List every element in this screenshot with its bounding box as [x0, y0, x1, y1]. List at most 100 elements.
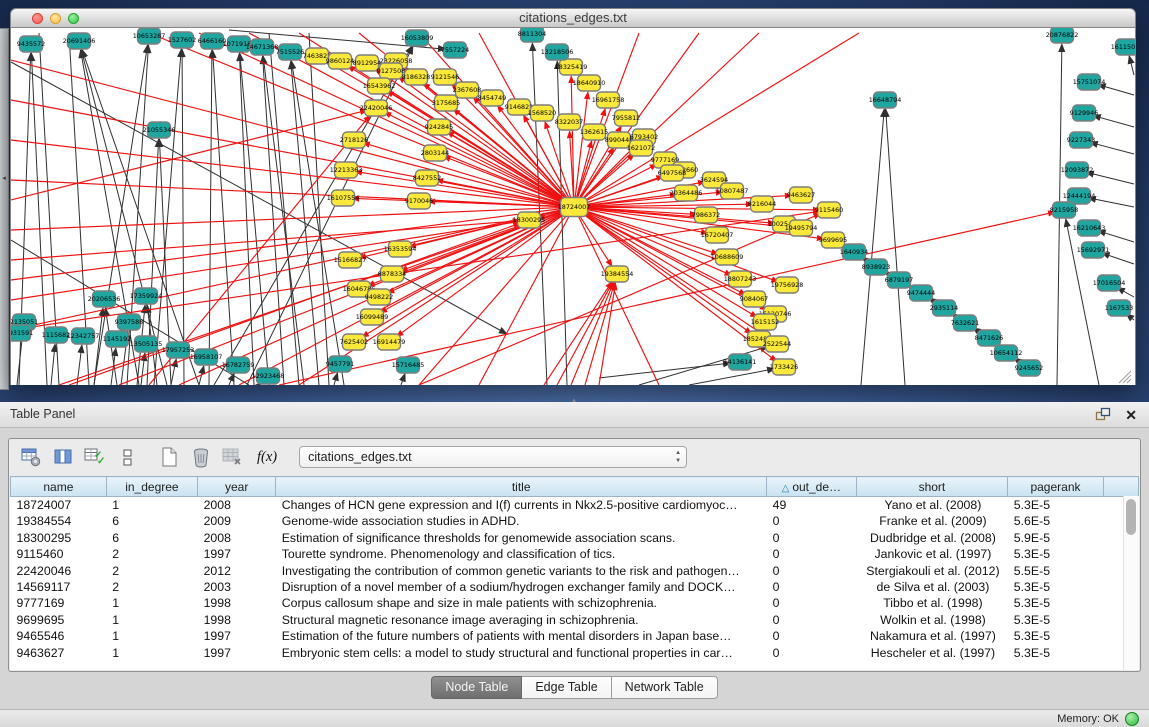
table-row[interactable]: 977716911998Corpus callosum shape and si…: [11, 595, 1139, 611]
network-window-titlebar[interactable]: citations_edges.txt: [10, 8, 1136, 28]
graph-node-7632621[interactable]: 7632621: [951, 315, 979, 331]
column-header-year[interactable]: year: [198, 477, 276, 497]
graph-node-2522544[interactable]: 2522544: [763, 336, 791, 352]
graph-node-1640934[interactable]: 1640934: [840, 244, 868, 260]
graph-node-7557224[interactable]: 7557224: [441, 42, 469, 58]
graph-node-16115074[interactable]: 16115074: [1111, 39, 1136, 55]
column-header-title[interactable]: title: [276, 477, 767, 497]
graph-node-7515526[interactable]: 7515526: [276, 44, 304, 60]
column-header-pagerank[interactable]: pagerank: [1008, 477, 1103, 497]
graph-node-9245652[interactable]: 9245652: [1015, 360, 1043, 376]
graph-node-10807487[interactable]: 10807487: [716, 183, 749, 199]
control-panel-collapsed-strip[interactable]: ◂: [0, 28, 9, 390]
tab-node-table[interactable]: Node Table: [431, 676, 522, 699]
table-row[interactable]: 946362711997Embryonic stem cells: a mode…: [11, 645, 1139, 661]
graph-node-10654112[interactable]: 10654112: [990, 345, 1023, 361]
graph-node-1733426[interactable]: 1733426: [770, 359, 798, 375]
graph-node-3931591[interactable]: 3931591: [10, 325, 33, 341]
graph-node-16099489[interactable]: 16099489: [356, 309, 389, 325]
show-columns-button[interactable]: [51, 445, 75, 469]
graph-node-2935114[interactable]: 2935114: [930, 300, 958, 316]
graph-node-15716485[interactable]: 15716485: [392, 357, 425, 373]
graph-node-12093872[interactable]: 12093872: [1061, 162, 1094, 178]
graph-node-8471626[interactable]: 8471626: [975, 330, 1003, 346]
graph-node-16961758[interactable]: 16961758: [592, 92, 625, 108]
tab-network-table[interactable]: Network Table: [612, 676, 718, 699]
table-row[interactable]: 1830029562008Estimation of significance …: [11, 530, 1139, 546]
graph-node-16107554[interactable]: 16107554: [327, 190, 360, 206]
graph-node-20691406[interactable]: 20691406: [63, 33, 96, 49]
graph-node-8938923[interactable]: 8938923: [862, 259, 890, 275]
graph-node-21055346[interactable]: 21055346: [143, 122, 176, 138]
create-table-button[interactable]: [157, 445, 181, 469]
column-header-in_degree[interactable]: in_degree: [106, 477, 197, 497]
graph-node-22420046[interactable]: 22420046: [360, 100, 393, 116]
graph-node-13505135[interactable]: 13505135: [130, 336, 163, 352]
graph-node-16353594[interactable]: 16353594: [384, 241, 417, 257]
graph-node-16543962[interactable]: 16543962: [363, 78, 396, 94]
delete-table-button[interactable]: [221, 445, 245, 469]
memory-status-indicator[interactable]: [1125, 712, 1139, 726]
graph-node-1527602[interactable]: 1527602: [168, 32, 196, 48]
close-panel-icon[interactable]: ✕: [1125, 408, 1137, 422]
graph-node-12342757[interactable]: 12342757: [67, 328, 100, 344]
graph-node-6879197[interactable]: 6879197: [885, 272, 913, 288]
graph-node-19756928[interactable]: 19756928: [771, 277, 804, 293]
graph-node-16210643[interactable]: 16210643: [1073, 220, 1106, 236]
graph-node-9498222[interactable]: 9498222: [365, 289, 393, 305]
graph-node-8427552[interactable]: 8427552: [413, 170, 441, 186]
graph-node-8454749[interactable]: 8454749: [478, 90, 506, 106]
graph-node-1167533[interactable]: 1167533: [1105, 300, 1133, 316]
graph-node-9435572[interactable]: 9435572: [17, 36, 45, 52]
graph-node-9121546[interactable]: 9121546: [431, 69, 459, 85]
graph-node-7986372[interactable]: 7986372: [692, 207, 720, 223]
graph-node-6497568[interactable]: 6497568: [658, 165, 686, 181]
graph-node-2803144[interactable]: 2803144: [421, 145, 449, 161]
graph-node-14671368[interactable]: 14671368: [246, 39, 279, 55]
graph-node-9242845[interactable]: 9242845: [425, 119, 453, 135]
table-row[interactable]: 946554611997Estimation of the future num…: [11, 628, 1139, 644]
row-height-button[interactable]: [115, 445, 139, 469]
edit-columns-button[interactable]: ✓✓: [83, 445, 107, 469]
graph-node-2718126[interactable]: 2718126: [340, 132, 368, 148]
close-traffic-light[interactable]: [32, 13, 43, 24]
graph-node-1621072[interactable]: 1621072: [627, 140, 655, 156]
graph-node-7955812[interactable]: 7955812: [612, 110, 640, 126]
graph-node-20206536[interactable]: 20206536: [88, 291, 121, 307]
graph-node-9457791[interactable]: 9457791: [326, 356, 354, 372]
graph-node-16648794[interactable]: 16648794: [869, 92, 902, 108]
graph-node-18325419[interactable]: 18325419: [555, 59, 588, 75]
graph-node-16053809[interactable]: 16053809: [401, 30, 434, 46]
graph-node-9084067[interactable]: 9084067: [740, 291, 768, 307]
table-row[interactable]: 911546021997Tourette syndrome. Phenomeno…: [11, 546, 1139, 562]
table-row[interactable]: 1938455462009Genome-wide association stu…: [11, 513, 1139, 529]
graph-node-9397588[interactable]: 9397588: [115, 314, 143, 330]
graph-node-8186328[interactable]: 8186328: [402, 69, 430, 85]
graph-node-18807243[interactable]: 18807243: [724, 271, 757, 287]
zoom-traffic-light[interactable]: [68, 13, 79, 24]
table-panel-titlebar[interactable]: Table Panel ✕: [0, 402, 1149, 428]
graph-node-18300295[interactable]: 18300295: [513, 212, 546, 228]
graph-node-16958107[interactable]: 16958107: [190, 349, 223, 365]
graph-node-8878334[interactable]: 8878334: [378, 266, 406, 282]
table-row[interactable]: 1456911722003Disruption of a novel membe…: [11, 579, 1139, 595]
delete-columns-button[interactable]: [189, 445, 213, 469]
graph-node-16914479[interactable]: 16914479: [373, 334, 406, 350]
graph-node-1615152[interactable]: 1615152: [751, 314, 779, 330]
graph-node-1145192[interactable]: 1145192: [103, 331, 131, 347]
graph-node-15692971[interactable]: 15692971: [1077, 242, 1110, 258]
scrollbar-thumb[interactable]: [1126, 499, 1136, 535]
column-header-short[interactable]: short: [856, 477, 1008, 497]
graph-node-12213363[interactable]: 12213363: [330, 162, 363, 178]
graph-node-12923468[interactable]: 12923468: [252, 368, 285, 384]
graph-node-10653287[interactable]: 10653287: [133, 28, 166, 44]
graph-node-16720407[interactable]: 16720407: [701, 227, 734, 243]
graph-node-20876822[interactable]: 20876822: [1046, 28, 1079, 43]
column-header-name[interactable]: name: [11, 477, 107, 497]
graph-node-19384554[interactable]: 19384554: [601, 266, 634, 282]
graph-node-17016504[interactable]: 17016504: [1093, 275, 1126, 291]
graph-node-9115460[interactable]: 9115460: [815, 202, 843, 218]
tab-edge-table[interactable]: Edge Table: [522, 676, 611, 699]
graph-node-3175685[interactable]: 3175685: [432, 95, 460, 111]
graph-node-17359924[interactable]: 17359924: [130, 288, 163, 304]
